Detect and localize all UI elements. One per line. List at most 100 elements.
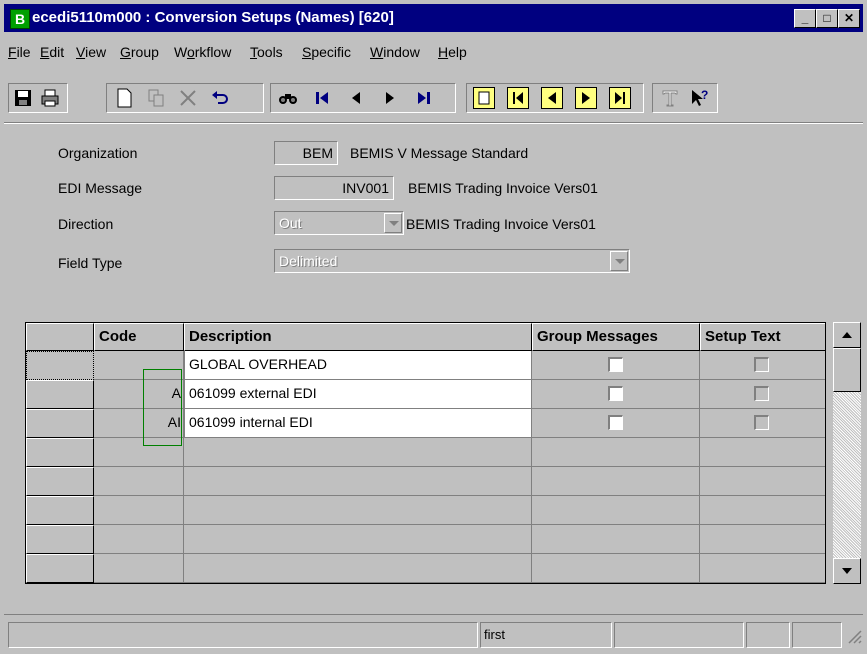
code-cell[interactable] xyxy=(94,496,184,525)
scroll-down-arrow-icon[interactable] xyxy=(833,558,861,584)
organization-field[interactable]: BEM xyxy=(274,141,338,165)
code-cell[interactable]: A xyxy=(94,380,184,409)
scroll-up-arrow-icon[interactable] xyxy=(833,322,861,348)
previous-record-icon[interactable] xyxy=(345,87,367,109)
description-cell[interactable]: 061099 internal EDI xyxy=(184,409,532,438)
group-messages-cell[interactable] xyxy=(532,496,700,525)
field-type-dropdown-icon[interactable] xyxy=(610,251,628,271)
last-record-icon[interactable] xyxy=(413,87,435,109)
edi-message-description: BEMIS Trading Invoice Vers01 xyxy=(408,180,598,196)
row-selector[interactable] xyxy=(26,525,94,554)
code-cell[interactable] xyxy=(94,351,184,380)
row-selector[interactable] xyxy=(26,351,94,380)
description-cell[interactable] xyxy=(184,525,532,554)
group-messages-checkbox[interactable] xyxy=(608,357,623,372)
group-messages-cell[interactable] xyxy=(532,525,700,554)
setup-text-checkbox[interactable] xyxy=(754,357,769,372)
empty-table-row[interactable] xyxy=(26,554,825,583)
description-cell[interactable]: 061099 external EDI xyxy=(184,380,532,409)
find-icon[interactable] xyxy=(277,87,299,109)
group-messages-checkbox[interactable] xyxy=(608,386,623,401)
session-icon-5[interactable] xyxy=(609,87,631,109)
undo-icon[interactable] xyxy=(209,87,231,109)
menu-help[interactable]: Help xyxy=(438,44,467,60)
description-cell[interactable] xyxy=(184,438,532,467)
code-cell[interactable] xyxy=(94,525,184,554)
description-cell[interactable] xyxy=(184,554,532,583)
empty-table-row[interactable] xyxy=(26,467,825,496)
delete-icon[interactable] xyxy=(177,87,199,109)
save-icon[interactable] xyxy=(12,87,34,109)
code-cell[interactable] xyxy=(94,467,184,496)
menu-edit[interactable]: Edit xyxy=(40,44,64,60)
code-cell[interactable] xyxy=(94,554,184,583)
menu-tools[interactable]: Tools xyxy=(250,44,283,60)
group-messages-cell[interactable] xyxy=(532,467,700,496)
setup-text-cell[interactable] xyxy=(700,554,825,583)
column-header-group-messages[interactable]: Group Messages xyxy=(532,323,700,351)
table-row[interactable]: A 061099 external EDI xyxy=(26,380,825,409)
direction-select[interactable]: Out xyxy=(274,211,404,235)
scroll-thumb[interactable] xyxy=(833,348,861,392)
menu-view[interactable]: View xyxy=(76,44,106,60)
table-row[interactable]: GLOBAL OVERHEAD xyxy=(26,351,825,380)
description-cell[interactable] xyxy=(184,496,532,525)
group-messages-checkbox[interactable] xyxy=(608,415,623,430)
close-button[interactable]: ✕ xyxy=(838,9,860,28)
row-selector[interactable] xyxy=(26,380,94,409)
code-cell[interactable]: AI xyxy=(94,409,184,438)
session-icon-3[interactable] xyxy=(541,87,563,109)
row-selector[interactable] xyxy=(26,438,94,467)
help-pointer-icon[interactable]: ? xyxy=(689,87,711,109)
group-messages-cell[interactable] xyxy=(532,438,700,467)
next-record-icon[interactable] xyxy=(379,87,401,109)
menu-file[interactable]: File xyxy=(8,44,31,60)
group-messages-cell[interactable] xyxy=(532,554,700,583)
column-header-setup-text[interactable]: Setup Text xyxy=(700,323,825,351)
table-row[interactable]: AI 061099 internal EDI xyxy=(26,409,825,438)
edi-message-field[interactable]: INV001 xyxy=(274,176,394,200)
copy-icon[interactable] xyxy=(145,87,167,109)
empty-table-row[interactable] xyxy=(26,525,825,554)
text-icon[interactable] xyxy=(659,87,681,109)
minimize-button[interactable]: _ xyxy=(794,9,816,28)
column-header-description[interactable]: Description xyxy=(184,323,532,351)
row-selector[interactable] xyxy=(26,409,94,438)
setup-text-cell[interactable] xyxy=(700,438,825,467)
direction-dropdown-icon[interactable] xyxy=(384,213,402,233)
row-selector[interactable] xyxy=(26,554,94,583)
new-icon[interactable] xyxy=(113,87,135,109)
setup-text-cell[interactable] xyxy=(700,467,825,496)
setup-text-cell xyxy=(700,351,825,380)
column-header-code[interactable]: Code xyxy=(94,323,184,351)
maximize-button[interactable]: □ xyxy=(816,9,838,28)
print-icon[interactable] xyxy=(39,87,61,109)
session-icon-4[interactable] xyxy=(575,87,597,109)
session-icon-1[interactable] xyxy=(473,87,495,109)
app-icon[interactable]: B xyxy=(10,9,30,29)
record-position-panel: first xyxy=(480,622,612,648)
empty-table-row[interactable] xyxy=(26,438,825,467)
row-selector[interactable] xyxy=(26,496,94,525)
window-title: ecedi5110m000 : Conversion Setups (Names… xyxy=(32,9,394,26)
session-icon-2[interactable] xyxy=(507,87,529,109)
menu-window[interactable]: Window xyxy=(370,44,420,60)
menu-group[interactable]: Group xyxy=(120,44,159,60)
status-panel-2 xyxy=(614,622,744,648)
setup-text-checkbox[interactable] xyxy=(754,415,769,430)
table-vertical-scrollbar[interactable] xyxy=(833,322,861,584)
menu-specific[interactable]: Specific xyxy=(302,44,351,60)
setup-text-cell[interactable] xyxy=(700,525,825,554)
setup-text-cell[interactable] xyxy=(700,496,825,525)
field-type-select[interactable]: Delimited xyxy=(274,249,630,273)
row-selector[interactable] xyxy=(26,467,94,496)
description-cell[interactable] xyxy=(184,467,532,496)
setup-text-checkbox[interactable] xyxy=(754,386,769,401)
title-bar[interactable]: B ecedi5110m000 : Conversion Setups (Nam… xyxy=(4,4,863,32)
description-cell[interactable]: GLOBAL OVERHEAD xyxy=(184,351,532,380)
empty-table-row[interactable] xyxy=(26,496,825,525)
first-record-icon[interactable] xyxy=(311,87,333,109)
code-cell[interactable] xyxy=(94,438,184,467)
menu-workflow[interactable]: Workflow xyxy=(174,44,231,60)
resize-grip-icon[interactable] xyxy=(844,622,863,648)
